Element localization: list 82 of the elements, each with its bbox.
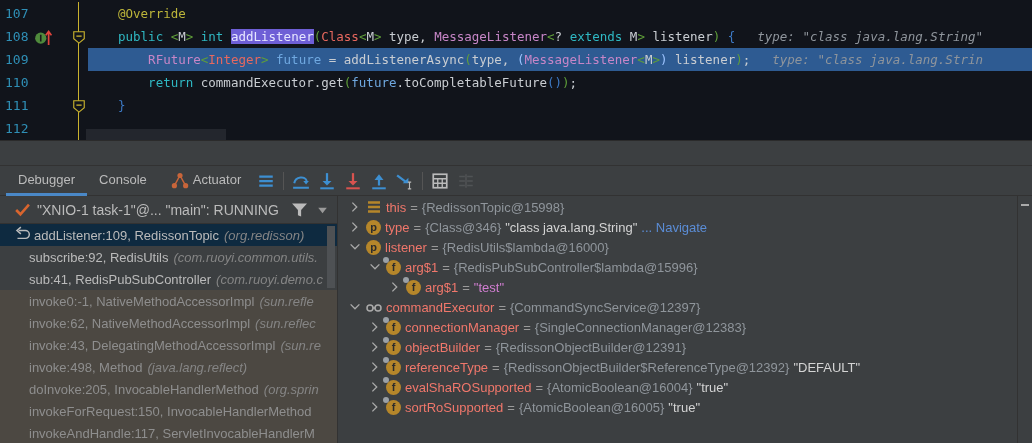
equals-sign: =	[498, 299, 506, 315]
stack-frame[interactable]: sub:41, RedisPubSubController (com.ruoyi.demo.c	[0, 268, 337, 290]
variable-name: evalShaROSupported	[405, 379, 532, 395]
variable-name: connectionManager	[405, 319, 520, 335]
equals-sign: =	[484, 339, 492, 355]
field-badge: f	[406, 279, 421, 295]
tab[interactable]: Actuator	[158, 166, 254, 196]
inline-hint: type: "class java.lang.Strin	[772, 52, 983, 67]
variable-value: {RedisPubSubController$lambda@15996}	[453, 259, 698, 275]
variable-value: {CommandSyncService@12397}	[510, 299, 701, 315]
equals-sign: =	[523, 319, 531, 335]
override-marker-icon[interactable]	[34, 27, 52, 46]
variable-value: {RedissonTopic@15998}	[421, 199, 565, 215]
variable-value: {AtomicBoolean@16005}	[518, 399, 665, 415]
navigate-link[interactable]: ... Navigate	[641, 219, 708, 235]
parameter-badge: p	[366, 219, 381, 235]
equals-sign: =	[492, 359, 500, 375]
code-line: }	[118, 98, 126, 113]
value-text: "true"	[696, 379, 729, 395]
fold-icon[interactable]	[72, 29, 86, 44]
line-number: 112	[4, 121, 30, 136]
line-number: 108	[4, 29, 30, 44]
fold-icon[interactable]	[72, 98, 86, 113]
code-line: RFuture<Integer> future = addListenerAsync(type, (MessageListener<M>) listener);	[147, 52, 751, 67]
down-arrow-icon[interactable]	[318, 171, 337, 190]
variable-name: type	[385, 219, 410, 235]
parameter-badge: p	[366, 239, 381, 255]
field-badge: f	[386, 379, 401, 395]
stack-frame[interactable]: invokeForRequest:150, InvocableHandlerMethod	[0, 400, 337, 422]
equals-sign: =	[442, 259, 450, 275]
stack-frame[interactable]: addListener:109, RedissonTopic (org.redisson)	[0, 224, 337, 246]
line-number: 110	[4, 75, 30, 90]
variable-value: {AtomicBoolean@16004}	[547, 379, 693, 395]
variable-name: objectBuilder	[405, 339, 481, 355]
stack-frame[interactable]: invoke:62, NativeMethodAccessorImpl (sun.reflec	[0, 312, 337, 334]
value-text: "true"	[668, 399, 700, 415]
variable-name: referenceType	[405, 359, 489, 375]
stack-frame[interactable]: invokeAndHandle:117, ServletInvocableHandlerM	[0, 422, 337, 443]
scrollbar[interactable]	[327, 226, 335, 288]
equals-sign: =	[507, 399, 515, 415]
equals-sign: =	[430, 239, 439, 255]
equals-sign: =	[413, 219, 422, 235]
variable-name: this	[386, 199, 407, 215]
down-arrow-icon[interactable]	[344, 171, 363, 190]
variable-name: sortRoSupported	[405, 399, 504, 415]
stack-frame[interactable]: subscribe:92, RedisUtils (com.ruoyi.common.utils.	[0, 246, 337, 268]
field-badge: f	[386, 359, 401, 375]
value-text: "class java.lang.String"	[505, 219, 638, 235]
inline-hint: type: "class java.lang.String"	[757, 29, 984, 44]
stack-frame[interactable]: invoke:498, Method (java.lang.reflect)	[0, 356, 337, 378]
equals-sign: =	[462, 279, 470, 295]
variable-value: {RedisUtils$lambda@16000}	[442, 239, 609, 255]
tab[interactable]: Debugger	[6, 166, 88, 196]
line-number: 111	[4, 98, 30, 113]
variable-name: listener	[385, 239, 427, 255]
stack-frame[interactable]: invoke0:-1, NativeMethodAccessorImpl (sun.refle	[0, 290, 337, 312]
value-text: "DEFAULT"	[793, 359, 861, 375]
stack-frame[interactable]: invoke:43, DelegatingMethodAccessorImpl (sun.re	[0, 334, 337, 356]
tab[interactable]: Console	[87, 166, 159, 196]
thread-status: "XNIO-1 task-1"@... "main": RUNNING	[37, 201, 279, 218]
variable-value: {RedissonObjectBuilder@12391}	[495, 339, 686, 355]
scrollbar[interactable]	[86, 129, 226, 140]
variable-name: arg$1	[405, 259, 439, 275]
calculator-icon[interactable]	[431, 171, 450, 190]
line-number: 107	[4, 6, 30, 21]
stack-frame[interactable]: doInvoke:205, InvocableHandlerMethod (org.sprin	[0, 378, 337, 400]
field-badge: f	[386, 339, 401, 355]
line-number: 109	[4, 52, 30, 67]
string-value: "test"	[473, 279, 505, 295]
equals-sign: =	[410, 199, 418, 215]
variable-value: {Class@346}	[425, 219, 502, 235]
field-badge: f	[386, 319, 401, 335]
code-line: @Override	[118, 6, 186, 21]
code-line: return commandExecutor.get(future.toCompletableFuture());	[147, 75, 578, 90]
variable-name: arg$1	[425, 279, 459, 295]
stack-icon	[366, 199, 382, 215]
variable-value: {RedissonObjectBuilder$ReferenceType@12392}	[503, 359, 790, 375]
variable-name: commandExecutor	[386, 299, 495, 315]
equals-sign: =	[535, 379, 544, 395]
field-badge: f	[386, 399, 401, 415]
variable-value: {SingleConnectionManager@12383}	[534, 319, 747, 335]
field-badge: f	[386, 259, 401, 275]
